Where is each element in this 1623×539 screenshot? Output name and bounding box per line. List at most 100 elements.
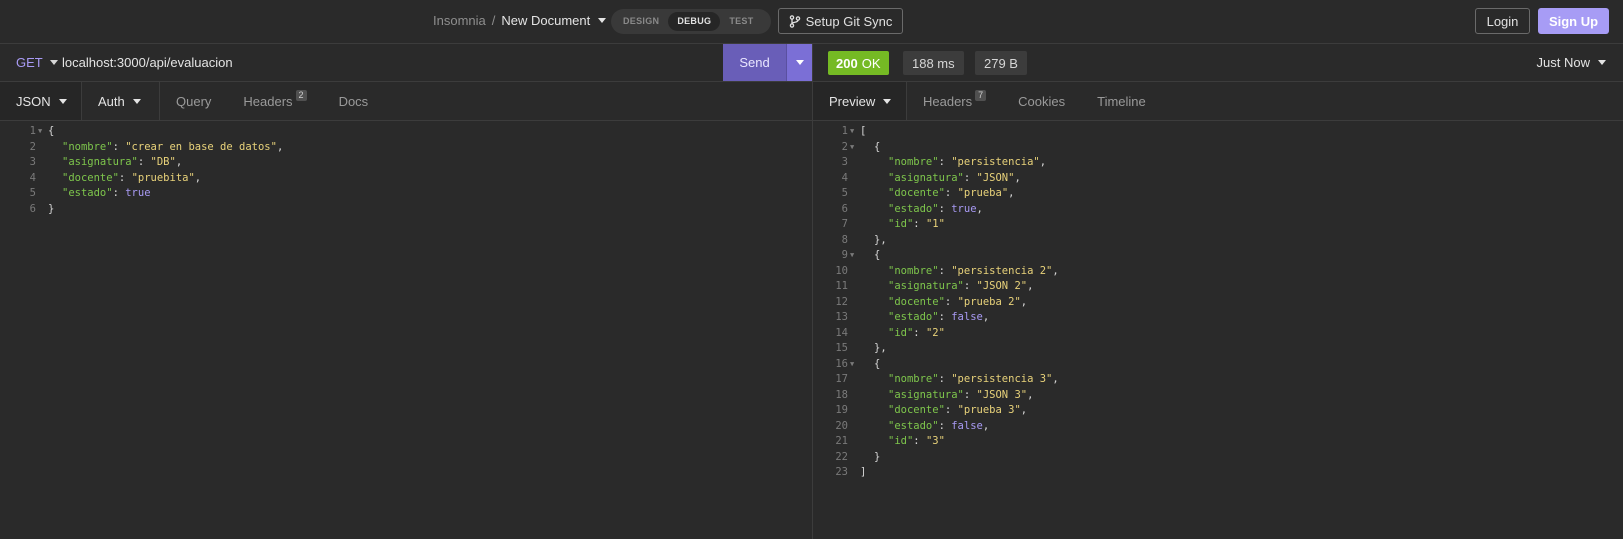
send-button[interactable]: Send [723, 44, 786, 81]
tab-body[interactable]: JSON [0, 82, 82, 120]
json-key: "asignatura" [888, 280, 964, 292]
mode-debug[interactable]: DEBUG [668, 12, 721, 31]
json-punctuation: , [1008, 187, 1015, 199]
code-line: 9 ▼ { [820, 248, 1610, 264]
json-key: "docente" [888, 187, 945, 199]
breadcrumb-separator: / [491, 13, 496, 28]
method-selector[interactable]: GET [16, 55, 58, 70]
chevron-down-icon[interactable] [598, 18, 607, 23]
code-text: "asignatura": "JSON", [888, 171, 1021, 184]
login-button[interactable]: Login [1475, 8, 1530, 34]
code-line: 7 "id": "1" [820, 217, 1610, 233]
tab-query-label: Query [176, 93, 212, 109]
json-key: "nombre" [62, 140, 113, 153]
response-body-viewer[interactable]: 1 ▼[2 ▼{3 "nombre": "persistencia", 4 "asigna… [820, 124, 1610, 481]
json-punctuation: , [982, 311, 990, 323]
tab-docs-label: Docs [338, 93, 369, 109]
json-string: "JSON 2" [976, 280, 1028, 292]
code-line: 6 "estado": true, [820, 202, 1610, 218]
json-punctuation: , [1052, 373, 1059, 385]
code-line: 16 ▼ { [820, 357, 1610, 373]
code-text: }, [860, 233, 887, 249]
code-line: 20 "estado": false, [820, 419, 1610, 435]
tab-auth[interactable]: Auth [82, 82, 160, 120]
json-punctuation: , [1039, 156, 1047, 168]
line-number: 9 [841, 249, 848, 261]
code-line: 6} [8, 202, 808, 218]
line-number: 11 [835, 280, 848, 292]
json-punctuation: , [982, 419, 990, 432]
json-punctuation: { [874, 357, 881, 370]
git-branch-icon [789, 14, 800, 28]
json-string: "prueba" [957, 187, 1009, 199]
tab-cookies[interactable]: Cookies [1002, 82, 1081, 120]
code-line: 2 "nombre": "crear en base de datos", [8, 140, 808, 156]
line-number: 10 [835, 264, 848, 277]
json-boolean: false [951, 311, 983, 323]
json-punctuation: ] [860, 466, 867, 478]
setup-git-sync-button[interactable]: Setup Git Sync [778, 8, 903, 34]
code-text: { [860, 248, 880, 264]
tab-docs[interactable]: Docs [323, 82, 385, 120]
fold-arrow-icon[interactable]: ▼ [38, 124, 48, 140]
json-boolean: true [951, 202, 977, 215]
json-key: "nombre" [888, 264, 939, 277]
json-key: "estado" [888, 311, 939, 323]
url-bar: GET localhost:3000/api/evaluacion Send [0, 44, 812, 82]
chevron-down-icon [1598, 60, 1606, 65]
request-body-editor[interactable]: 1 ▼{2 "nombre": "crear en base de datos", 3… [8, 124, 808, 217]
response-headers-count-badge: 7 [975, 89, 987, 101]
url-input[interactable]: localhost:3000/api/evaluacion [62, 55, 233, 70]
app-name[interactable]: Insomnia [433, 13, 486, 28]
response-tabs: Preview Headers 7 Cookies Timeline [813, 82, 1623, 121]
line-number: 1 [841, 125, 848, 137]
json-punctuation: , [175, 156, 183, 168]
code-line: 4 "asignatura": "JSON", [820, 171, 1610, 187]
tab-headers[interactable]: Headers 2 [227, 82, 322, 120]
code-text: "id": "1" [888, 218, 945, 230]
json-punctuation: , [1020, 404, 1028, 416]
json-boolean: false [951, 419, 983, 432]
tab-response-headers[interactable]: Headers 7 [907, 82, 1002, 120]
json-boolean: true [125, 187, 151, 199]
document-name[interactable]: New Document [501, 13, 590, 28]
mode-test[interactable]: TEST [720, 12, 762, 31]
mode-design[interactable]: DESIGN [614, 12, 668, 31]
tab-preview[interactable]: Preview [813, 82, 907, 120]
send-options-button[interactable] [786, 44, 812, 81]
fold-arrow-icon[interactable]: ▼ [850, 357, 860, 373]
code-text: "docente": "pruebita", [62, 171, 202, 184]
json-punctuation: , [1027, 280, 1034, 292]
response-history-dropdown[interactable]: Just Now [1537, 55, 1606, 70]
request-tabs: JSON Auth Query Headers 2 Docs [0, 82, 812, 121]
signup-button[interactable]: Sign Up [1538, 8, 1609, 34]
code-text: { [860, 140, 880, 156]
code-line: 8}, [820, 233, 1610, 249]
line-number: 5 [841, 187, 848, 199]
tab-query[interactable]: Query [160, 82, 227, 120]
code-line: 11 "asignatura": "JSON 2", [820, 279, 1610, 295]
line-number: 15 [835, 342, 848, 354]
code-text: "asignatura": "JSON 3", [888, 388, 1034, 401]
json-key: "nombre" [888, 156, 939, 168]
tab-timeline[interactable]: Timeline [1081, 82, 1162, 120]
json-punctuation: [ [860, 125, 867, 137]
json-punctuation: , [1020, 295, 1028, 308]
json-punctuation: , [976, 202, 983, 215]
code-line: 18 "asignatura": "JSON 3", [820, 388, 1610, 404]
fold-arrow-icon[interactable]: ▼ [850, 248, 860, 264]
code-text: "estado": true [62, 187, 151, 199]
line-number: 20 [835, 419, 848, 432]
fold-arrow-icon[interactable]: ▼ [850, 140, 860, 156]
code-text: { [860, 357, 880, 373]
fold-arrow-icon[interactable]: ▼ [850, 124, 860, 140]
